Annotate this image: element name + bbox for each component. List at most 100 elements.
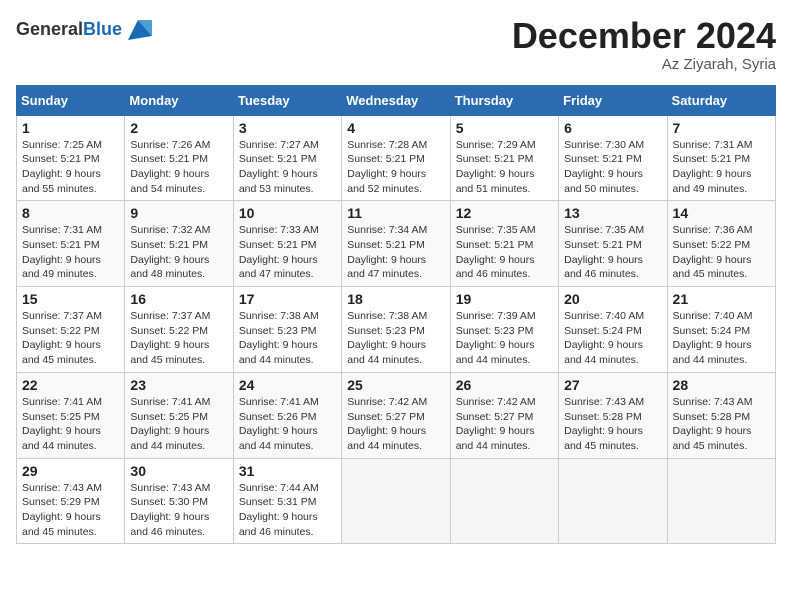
calendar-cell [559, 458, 667, 544]
day-info: Sunrise: 7:31 AMSunset: 5:21 PMDaylight:… [673, 138, 770, 197]
day-number: 2 [130, 120, 227, 136]
day-number: 24 [239, 377, 336, 393]
day-info: Sunrise: 7:27 AMSunset: 5:21 PMDaylight:… [239, 138, 336, 197]
calendar-cell: 6 Sunrise: 7:30 AMSunset: 5:21 PMDaylight… [559, 115, 667, 201]
calendar-cell: 25Sunrise: 7:42 AMSunset: 5:27 PMDayligh… [342, 372, 450, 458]
day-number: 9 [130, 205, 227, 221]
day-info: Sunrise: 7:43 AMSunset: 5:30 PMDaylight:… [130, 481, 227, 540]
day-number: 15 [22, 291, 119, 307]
day-info: Sunrise: 7:41 AMSunset: 5:25 PMDaylight:… [22, 395, 119, 454]
day-number: 28 [673, 377, 770, 393]
logo: GeneralBlue [16, 16, 152, 44]
day-info: Sunrise: 7:30 AMSunset: 5:21 PMDaylight:… [564, 138, 661, 197]
day-number: 22 [22, 377, 119, 393]
weekday-header-wednesday: Wednesday [342, 85, 450, 115]
calendar-cell: 11 Sunrise: 7:34 AMSunset: 5:21 PMDayligh… [342, 201, 450, 287]
day-info: Sunrise: 7:34 AMSunset: 5:21 PMDaylight:… [347, 223, 444, 282]
day-info: Sunrise: 7:38 AMSunset: 5:23 PMDaylight:… [347, 309, 444, 368]
day-info: Sunrise: 7:28 AMSunset: 5:21 PMDaylight:… [347, 138, 444, 197]
logo-general-text: General [16, 19, 83, 39]
day-number: 11 [347, 205, 444, 221]
day-info: Sunrise: 7:43 AMSunset: 5:29 PMDaylight:… [22, 481, 119, 540]
day-info: Sunrise: 7:42 AMSunset: 5:27 PMDaylight:… [347, 395, 444, 454]
day-info: Sunrise: 7:35 AMSunset: 5:21 PMDaylight:… [564, 223, 661, 282]
calendar-cell: 5 Sunrise: 7:29 AMSunset: 5:21 PMDaylight… [450, 115, 558, 201]
weekday-header-tuesday: Tuesday [233, 85, 341, 115]
week-row-2: 8 Sunrise: 7:31 AMSunset: 5:21 PMDaylight… [17, 201, 776, 287]
calendar-cell [342, 458, 450, 544]
day-number: 20 [564, 291, 661, 307]
calendar-cell: 12 Sunrise: 7:35 AMSunset: 5:21 PMDayligh… [450, 201, 558, 287]
calendar-cell: 3 Sunrise: 7:27 AMSunset: 5:21 PMDaylight… [233, 115, 341, 201]
calendar-cell: 31Sunrise: 7:44 AMSunset: 5:31 PMDayligh… [233, 458, 341, 544]
calendar-cell: 24 Sunrise: 7:41 AMSunset: 5:26 PMDayligh… [233, 372, 341, 458]
calendar-cell: 21Sunrise: 7:40 AMSunset: 5:24 PMDayligh… [667, 287, 775, 373]
day-info: Sunrise: 7:33 AMSunset: 5:21 PMDaylight:… [239, 223, 336, 282]
day-info: Sunrise: 7:29 AMSunset: 5:21 PMDaylight:… [456, 138, 553, 197]
day-number: 17 [239, 291, 336, 307]
day-info: Sunrise: 7:41 AMSunset: 5:26 PMDaylight:… [239, 395, 336, 454]
calendar-cell: 8 Sunrise: 7:31 AMSunset: 5:21 PMDaylight… [17, 201, 125, 287]
day-number: 4 [347, 120, 444, 136]
day-info: Sunrise: 7:37 AMSunset: 5:22 PMDaylight:… [22, 309, 119, 368]
day-info: Sunrise: 7:41 AMSunset: 5:25 PMDaylight:… [130, 395, 227, 454]
logo-icon [124, 16, 152, 44]
day-info: Sunrise: 7:40 AMSunset: 5:24 PMDaylight:… [564, 309, 661, 368]
calendar-cell: 23 Sunrise: 7:41 AMSunset: 5:25 PMDayligh… [125, 372, 233, 458]
calendar-cell: 22 Sunrise: 7:41 AMSunset: 5:25 PMDayligh… [17, 372, 125, 458]
day-info: Sunrise: 7:26 AMSunset: 5:21 PMDaylight:… [130, 138, 227, 197]
calendar-cell: 29 Sunrise: 7:43 AMSunset: 5:29 PMDayligh… [17, 458, 125, 544]
day-number: 6 [564, 120, 661, 136]
calendar-cell: 13Sunrise: 7:35 AMSunset: 5:21 PMDayligh… [559, 201, 667, 287]
calendar-cell: 16 Sunrise: 7:37 AMSunset: 5:22 PMDayligh… [125, 287, 233, 373]
day-info: Sunrise: 7:31 AMSunset: 5:21 PMDaylight:… [22, 223, 119, 282]
day-number: 26 [456, 377, 553, 393]
day-number: 19 [456, 291, 553, 307]
day-number: 30 [130, 463, 227, 479]
weekday-header-monday: Monday [125, 85, 233, 115]
day-number: 18 [347, 291, 444, 307]
day-info: Sunrise: 7:42 AMSunset: 5:27 PMDaylight:… [456, 395, 553, 454]
day-number: 27 [564, 377, 661, 393]
week-row-5: 29 Sunrise: 7:43 AMSunset: 5:29 PMDayligh… [17, 458, 776, 544]
day-number: 29 [22, 463, 119, 479]
calendar-cell: 1Sunrise: 7:25 AMSunset: 5:21 PMDaylight… [17, 115, 125, 201]
month-title: December 2024 [512, 16, 776, 56]
week-row-1: 1Sunrise: 7:25 AMSunset: 5:21 PMDaylight… [17, 115, 776, 201]
day-number: 14 [673, 205, 770, 221]
calendar-cell [667, 458, 775, 544]
week-row-4: 22 Sunrise: 7:41 AMSunset: 5:25 PMDayligh… [17, 372, 776, 458]
week-row-3: 15 Sunrise: 7:37 AMSunset: 5:22 PMDayligh… [17, 287, 776, 373]
weekday-header-thursday: Thursday [450, 85, 558, 115]
calendar-cell: 20 Sunrise: 7:40 AMSunset: 5:24 PMDayligh… [559, 287, 667, 373]
calendar-cell: 19 Sunrise: 7:39 AMSunset: 5:23 PMDayligh… [450, 287, 558, 373]
day-info: Sunrise: 7:35 AMSunset: 5:21 PMDaylight:… [456, 223, 553, 282]
day-info: Sunrise: 7:44 AMSunset: 5:31 PMDaylight:… [239, 481, 336, 540]
weekday-header-row: SundayMondayTuesdayWednesdayThursdayFrid… [17, 85, 776, 115]
calendar-cell: 17 Sunrise: 7:38 AMSunset: 5:23 PMDayligh… [233, 287, 341, 373]
calendar-cell: 7 Sunrise: 7:31 AMSunset: 5:21 PMDaylight… [667, 115, 775, 201]
day-info: Sunrise: 7:32 AMSunset: 5:21 PMDaylight:… [130, 223, 227, 282]
day-info: Sunrise: 7:37 AMSunset: 5:22 PMDaylight:… [130, 309, 227, 368]
calendar-cell [450, 458, 558, 544]
day-info: Sunrise: 7:39 AMSunset: 5:23 PMDaylight:… [456, 309, 553, 368]
calendar-cell: 27 Sunrise: 7:43 AMSunset: 5:28 PMDayligh… [559, 372, 667, 458]
day-info: Sunrise: 7:38 AMSunset: 5:23 PMDaylight:… [239, 309, 336, 368]
calendar-table: SundayMondayTuesdayWednesdayThursdayFrid… [16, 85, 776, 545]
title-block: December 2024 Az Ziyarah, Syria [512, 16, 776, 73]
logo-blue-text: Blue [83, 19, 122, 39]
day-info: Sunrise: 7:43 AMSunset: 5:28 PMDaylight:… [564, 395, 661, 454]
day-number: 7 [673, 120, 770, 136]
day-number: 23 [130, 377, 227, 393]
day-number: 5 [456, 120, 553, 136]
weekday-header-sunday: Sunday [17, 85, 125, 115]
calendar-cell: 15 Sunrise: 7:37 AMSunset: 5:22 PMDayligh… [17, 287, 125, 373]
calendar-cell: 18 Sunrise: 7:38 AMSunset: 5:23 PMDayligh… [342, 287, 450, 373]
page-header: GeneralBlue December 2024 Az Ziyarah, Sy… [16, 16, 776, 73]
day-number: 12 [456, 205, 553, 221]
calendar-cell: 2 Sunrise: 7:26 AMSunset: 5:21 PMDaylight… [125, 115, 233, 201]
day-number: 8 [22, 205, 119, 221]
location: Az Ziyarah, Syria [512, 56, 776, 73]
day-number: 16 [130, 291, 227, 307]
day-number: 3 [239, 120, 336, 136]
